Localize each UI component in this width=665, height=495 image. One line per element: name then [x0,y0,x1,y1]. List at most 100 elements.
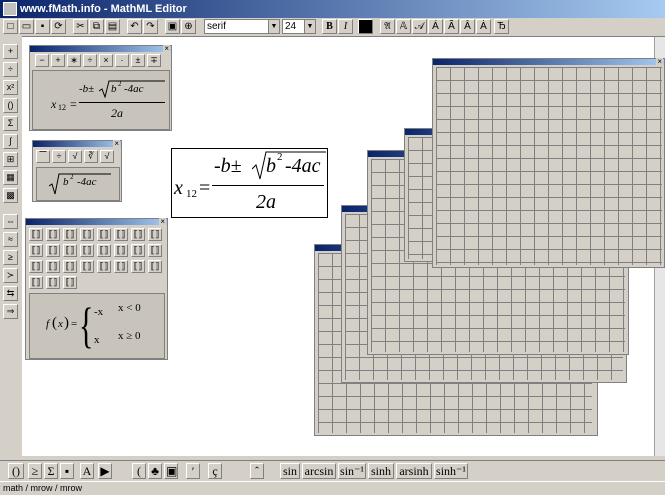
arrow-palette-icon[interactable]: ⇔ [3,214,18,229]
fence-template-button[interactable]: ⟦⟧ [63,244,77,257]
bold-button[interactable]: B [322,19,337,34]
close-icon[interactable]: × [159,218,166,226]
fence-template-button[interactable]: ⟦⟧ [46,276,60,289]
fraktur-icon[interactable]: 𝔄 [380,19,395,34]
operator-button[interactable]: ∗ [67,54,81,67]
ge-button[interactable]: ≥ [28,463,42,479]
fence-template-button[interactable]: ⟦⟧ [80,244,94,257]
fence-button[interactable]: () [8,463,24,479]
accent-bar-icon[interactable]: Ā [460,19,475,34]
fence-template-button[interactable]: ⟦⟧ [114,244,128,257]
save-icon[interactable]: ▪ [35,19,50,34]
sqrt-button[interactable]: √ [68,150,82,163]
play-button[interactable]: ▶ [98,463,112,479]
palette-formula-preview[interactable]: x 12 = -b± b 2 -4ac 2a [32,70,170,130]
cut-icon[interactable]: ✂ [73,19,88,34]
fence-template-button[interactable]: ⟦⟧ [97,260,111,273]
fence-template-button[interactable]: ⟦⟧ [148,228,162,241]
fence-template-button[interactable]: ⟦⟧ [46,244,60,257]
fence-template-button[interactable]: ⟦⟧ [63,276,77,289]
roots-preview[interactable]: b 2 -4ac [36,167,120,201]
func-sinh-button[interactable]: sinh [368,463,394,479]
fence-template-button[interactable]: ⟦⟧ [29,276,43,289]
fence-template-button[interactable]: ⟦⟧ [97,244,111,257]
fence-template-button[interactable]: ⟦⟧ [29,244,43,257]
func-arsinh-button[interactable]: arsinh [396,463,432,479]
close-icon[interactable]: × [113,140,120,148]
func-sin-button[interactable]: sin [280,463,300,479]
close-icon[interactable]: × [656,58,663,66]
grid-palette-icon[interactable]: ▩ [3,188,18,203]
matrix-palette-icon[interactable]: ⊞ [3,152,18,167]
relation-palette-icon[interactable]: ≻ [3,268,18,283]
greek-symbols-grid[interactable] [436,67,662,265]
fence-template-button[interactable]: ⟦⟧ [148,244,162,257]
fence-template-button[interactable]: ⟦⟧ [63,260,77,273]
paren-button[interactable]: ( [132,463,146,479]
cedilla-button[interactable]: ç [208,463,222,479]
alpha-button[interactable]: A [80,463,94,479]
greater-palette-icon[interactable]: ≥ [3,250,18,265]
rightarrow-palette-icon[interactable]: ⇒ [3,304,18,319]
operator-button[interactable]: + [51,54,65,67]
fence-template-button[interactable]: ⟦⟧ [29,228,43,241]
fence-template-button[interactable]: ⟦⟧ [80,228,94,241]
fence-template-button[interactable]: ⟦⟧ [131,260,145,273]
color-picker-button[interactable] [358,19,373,34]
italic-button[interactable]: I [338,19,353,34]
leftarrow-palette-icon[interactable]: ⇆ [3,286,18,301]
box-button[interactable]: ▣ [164,463,178,479]
close-icon[interactable]: × [163,45,170,53]
integral-palette-icon[interactable]: ∫ [3,134,18,149]
approx-palette-icon[interactable]: ≈ [3,232,18,247]
club-button[interactable]: ♣ [148,463,162,479]
save-small-button[interactable]: ▪ [60,463,74,479]
plus-minus-palette-icon[interactable]: + [3,44,18,59]
new-file-icon[interactable]: □ [3,19,18,34]
fence-template-button[interactable]: ⟦⟧ [63,228,77,241]
fraction-palette-icon[interactable]: ÷ [3,62,18,77]
export-icon[interactable]: ⟳ [51,19,66,34]
copy-icon[interactable]: ⧉ [89,19,104,34]
operator-button[interactable]: ± [131,54,145,67]
func-arcsin-button[interactable]: arcsin [302,463,336,479]
fence-template-button[interactable]: ⟦⟧ [114,228,128,241]
fence-template-button[interactable]: ⟦⟧ [114,260,128,273]
image-icon[interactable]: ▣ [165,19,180,34]
fence-template-button[interactable]: ⟦⟧ [131,244,145,257]
accent-tilde-icon[interactable]: Ã [444,19,459,34]
sum-palette-icon[interactable]: Σ [3,116,18,131]
sum-button[interactable]: Σ [44,463,58,479]
double-struck-icon[interactable]: 𝔸 [396,19,411,34]
redo-icon[interactable]: ↷ [143,19,158,34]
script-palette-icon[interactable]: x² [3,80,18,95]
overbar-button[interactable]: ▔ [36,150,50,163]
accent-dot-icon[interactable]: Ȧ [476,19,491,34]
zoom-icon[interactable]: ⊕ [181,19,196,34]
operator-button[interactable]: · [115,54,129,67]
operator-button[interactable]: − [35,54,49,67]
open-file-icon[interactable]: ▭ [19,19,34,34]
prime-button[interactable]: ′ [186,463,200,479]
fraction-button[interactable]: ÷ [52,150,66,163]
fence-template-button[interactable]: ⟦⟧ [29,260,43,273]
fence-template-button[interactable]: ⟦⟧ [148,260,162,273]
symbol-icon[interactable]: Ђ [494,19,509,34]
nthroot-button[interactable]: ∛ [84,150,98,163]
accent-acute-icon[interactable]: Á [428,19,443,34]
paste-icon[interactable]: ▤ [105,19,120,34]
undo-icon[interactable]: ↶ [127,19,142,34]
fence-template-button[interactable]: ⟦⟧ [97,228,111,241]
fence-palette-icon[interactable]: () [3,98,18,113]
fence-template-button[interactable]: ⟦⟧ [46,260,60,273]
fence-template-button[interactable]: ⟦⟧ [46,228,60,241]
script-icon[interactable]: 𝒜 [412,19,427,34]
hat-button[interactable]: ˆ [250,463,264,479]
font-size-select[interactable]: 24 ▼ [282,19,316,34]
main-formula[interactable]: x 12 = -b± b 2 -4ac 2a [171,148,328,218]
fence-template-button[interactable]: ⟦⟧ [131,228,145,241]
fence-template-button[interactable]: ⟦⟧ [80,260,94,273]
operator-button[interactable]: × [99,54,113,67]
piecewise-preview[interactable]: f ( x ) = { -x x < 0 x x ≥ 0 [29,293,165,359]
operator-button[interactable]: ∓ [147,54,161,67]
